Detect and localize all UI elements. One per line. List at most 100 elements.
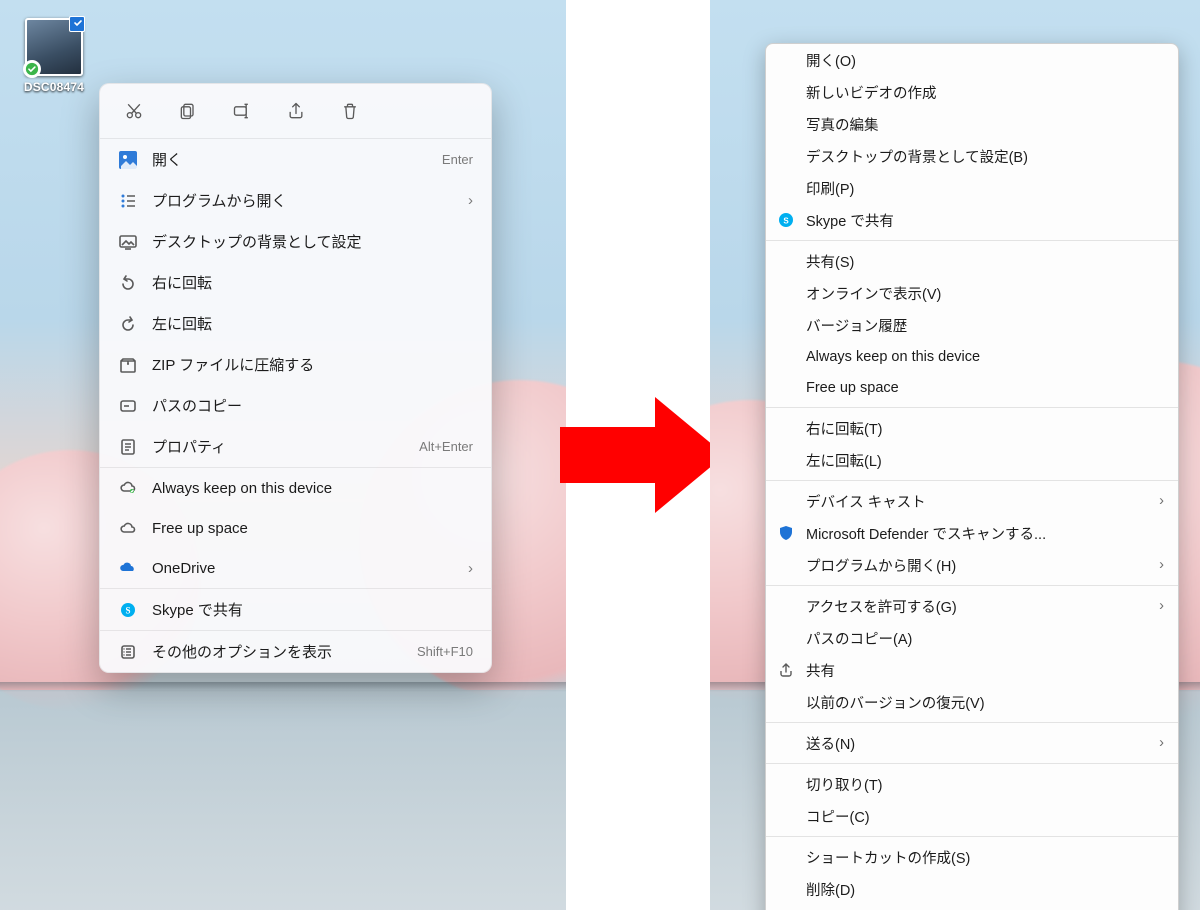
menu-label: 共有(S): [806, 251, 1164, 272]
menu-label: デスクトップの背景として設定(B): [806, 146, 1164, 167]
menu-onedrive[interactable]: OneDrive ›: [100, 548, 491, 588]
cmenu-open[interactable]: 開く(O): [766, 44, 1178, 76]
menu-label: 左に回転(L): [806, 450, 1164, 471]
menu-label: ショートカットの作成(S): [806, 847, 1164, 868]
menu-label: 右に回転(T): [806, 418, 1164, 439]
chevron-right-icon: ›: [1159, 493, 1164, 509]
cmenu-delete[interactable]: 削除(D): [766, 873, 1178, 905]
menu-label: コピー(C): [806, 806, 1164, 827]
decoration: [0, 690, 566, 910]
menu-label: 送る(N): [806, 733, 1149, 754]
cmenu-rename[interactable]: 名前の変更(M): [766, 905, 1178, 910]
menu-label: オンラインで表示(V): [806, 283, 1164, 304]
delete-icon[interactable]: [336, 97, 364, 125]
menu-label: プログラムから開く: [152, 190, 454, 211]
cmenu-share-s[interactable]: 共有(S): [766, 245, 1178, 277]
cmenu-copy[interactable]: コピー(C): [766, 800, 1178, 832]
menu-label: 右に回転: [152, 272, 473, 293]
comparison-stage: DSC08474 開く Enter プログラムから開く ›: [0, 0, 1200, 910]
desktop-file-icon[interactable]: DSC08474: [18, 18, 90, 94]
menu-label: パスのコピー(A): [806, 628, 1164, 649]
cut-icon[interactable]: [120, 97, 148, 125]
menu-label: 印刷(P): [806, 178, 1164, 199]
menu-label: アクセスを許可する(G): [806, 596, 1149, 617]
menu-label: 以前のバージョンの復元(V): [806, 692, 1164, 713]
rotate-right-icon: [118, 273, 138, 293]
file-thumbnail: [25, 18, 83, 76]
chevron-right-icon: ›: [1159, 598, 1164, 614]
cmenu-set-wallpaper[interactable]: デスクトップの背景として設定(B): [766, 140, 1178, 172]
menu-always-keep[interactable]: Always keep on this device: [100, 468, 491, 508]
quick-action-row: [100, 84, 491, 138]
selected-check-icon: [73, 18, 83, 28]
cmenu-rotate-left[interactable]: 左に回転(L): [766, 444, 1178, 476]
menu-label: OneDrive: [152, 560, 454, 577]
cmenu-rotate-right[interactable]: 右に回転(T): [766, 412, 1178, 444]
cmenu-print[interactable]: 印刷(P): [766, 172, 1178, 204]
menu-shortcut: Shift+F10: [417, 644, 473, 659]
menu-label: 開く(O): [806, 50, 1164, 71]
menu-more-options[interactable]: その他のオプションを表示 Shift+F10: [100, 631, 491, 672]
cmenu-skype-share[interactable]: S Skype で共有: [766, 204, 1178, 236]
cmenu-view-online[interactable]: オンラインで表示(V): [766, 277, 1178, 309]
onedrive-synced-icon: [23, 60, 41, 78]
menu-label: デスクトップの背景として設定: [152, 231, 473, 252]
wallpaper-icon: [118, 232, 138, 252]
separator: [766, 585, 1178, 586]
classic-context-menu: 開く(O) 新しいビデオの作成 写真の編集 デスクトップの背景として設定(B) …: [765, 43, 1179, 910]
separator: [766, 240, 1178, 241]
file-name-label: DSC08474: [22, 80, 86, 94]
menu-label: バージョン履歴: [806, 315, 1164, 336]
rename-icon[interactable]: [228, 97, 256, 125]
cmenu-open-with[interactable]: プログラムから開く(H) ›: [766, 549, 1178, 581]
menu-open[interactable]: 開く Enter: [100, 139, 491, 180]
menu-open-with[interactable]: プログラムから開く ›: [100, 180, 491, 221]
separator: [766, 407, 1178, 408]
cmenu-send-to[interactable]: 送る(N) ›: [766, 727, 1178, 759]
menu-label: Microsoft Defender でスキャンする...: [806, 523, 1164, 544]
menu-compress-zip[interactable]: ZIP ファイルに圧縮する: [100, 344, 491, 385]
cmenu-new-video[interactable]: 新しいビデオの作成: [766, 76, 1178, 108]
share-icon[interactable]: [282, 97, 310, 125]
cmenu-device-cast[interactable]: デバイス キャスト ›: [766, 485, 1178, 517]
menu-properties[interactable]: プロパティ Alt+Enter: [100, 426, 491, 467]
cmenu-version-history[interactable]: バージョン履歴: [766, 309, 1178, 341]
cmenu-restore-previous[interactable]: 以前のバージョンの復元(V): [766, 686, 1178, 718]
menu-shortcut: Enter: [442, 152, 473, 167]
menu-label: ZIP ファイルに圧縮する: [152, 354, 473, 375]
rotate-left-icon: [118, 314, 138, 334]
cmenu-free-up-space[interactable]: Free up space: [766, 372, 1178, 403]
cmenu-create-shortcut[interactable]: ショートカットの作成(S): [766, 841, 1178, 873]
cmenu-defender-scan[interactable]: Microsoft Defender でスキャンする...: [766, 517, 1178, 549]
menu-label: プログラムから開く(H): [806, 555, 1149, 576]
menu-label: Skype で共有: [152, 599, 473, 620]
menu-label: Free up space: [806, 380, 1164, 396]
menu-set-wallpaper[interactable]: デスクトップの背景として設定: [100, 221, 491, 262]
decoration: [0, 682, 566, 692]
chevron-right-icon: ›: [468, 560, 473, 577]
cmenu-always-keep[interactable]: Always keep on this device: [766, 341, 1178, 372]
cmenu-copy-path[interactable]: パスのコピー(A): [766, 622, 1178, 654]
cmenu-grant-access[interactable]: アクセスを許可する(G) ›: [766, 590, 1178, 622]
menu-label: 開く: [152, 149, 428, 170]
menu-copy-path[interactable]: パスのコピー: [100, 385, 491, 426]
menu-label: Always keep on this device: [806, 349, 1164, 365]
copy-icon[interactable]: [174, 97, 202, 125]
menu-label: 新しいビデオの作成: [806, 82, 1164, 103]
skype-icon: S: [776, 210, 796, 230]
cmenu-share[interactable]: 共有: [766, 654, 1178, 686]
separator: [766, 836, 1178, 837]
cmenu-cut[interactable]: 切り取り(T): [766, 768, 1178, 800]
chevron-right-icon: ›: [1159, 735, 1164, 751]
menu-label: 切り取り(T): [806, 774, 1164, 795]
menu-rotate-right[interactable]: 右に回転: [100, 262, 491, 303]
cmenu-edit-photo[interactable]: 写真の編集: [766, 108, 1178, 140]
menu-label: デバイス キャスト: [806, 491, 1149, 512]
menu-free-up-space[interactable]: Free up space: [100, 508, 491, 548]
menu-label: Skype で共有: [806, 210, 1164, 231]
right-desktop: 開く(O) 新しいビデオの作成 写真の編集 デスクトップの背景として設定(B) …: [710, 0, 1200, 910]
menu-rotate-left[interactable]: 左に回転: [100, 303, 491, 344]
app-grid-icon: [118, 191, 138, 211]
chevron-right-icon: ›: [1159, 557, 1164, 573]
menu-skype-share[interactable]: S Skype で共有: [100, 589, 491, 630]
